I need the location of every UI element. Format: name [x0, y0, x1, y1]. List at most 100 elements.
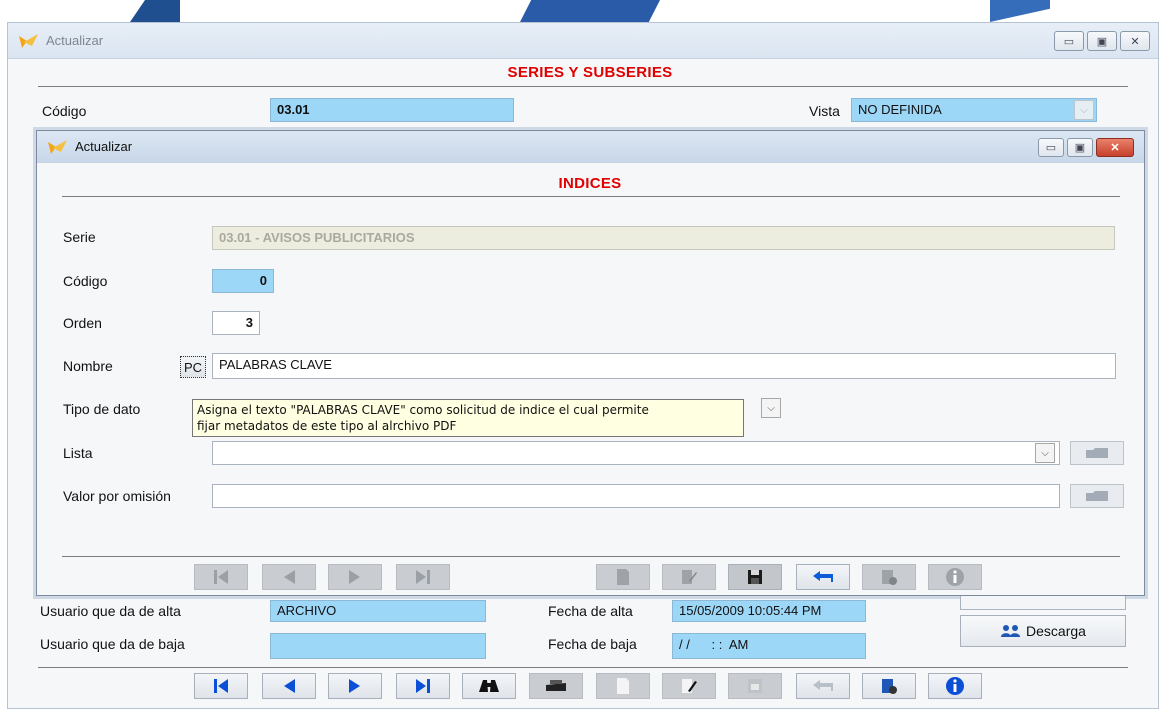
new-document-icon	[617, 678, 629, 694]
nombre-label: Nombre	[63, 358, 113, 374]
vista-label: Vista	[809, 103, 840, 119]
divider	[38, 86, 1128, 87]
serie-field: 03.01 - AVISOS PUBLICITARIOS	[212, 226, 1115, 250]
first-icon	[214, 679, 228, 693]
info-button[interactable]	[928, 564, 982, 590]
inner-heading: INDICES	[558, 175, 622, 192]
inner-window-title: Actualizar	[75, 139, 133, 154]
last-record-button[interactable]	[396, 673, 450, 699]
divider	[62, 556, 1120, 557]
undo-icon	[813, 680, 833, 691]
outer-window-controls: ▭ ▣ ✕	[1054, 31, 1150, 51]
desktop-background	[0, 0, 1167, 22]
pc-button-label: PC	[183, 359, 203, 375]
save-icon	[748, 570, 762, 584]
minimize-icon: ▭	[1045, 142, 1057, 154]
serie-label: Serie	[63, 229, 96, 245]
last-icon	[416, 679, 430, 693]
descarga-label: Descarga	[1026, 623, 1086, 639]
usuario-alta-label: Usuario que da de alta	[40, 603, 181, 619]
delete-icon	[882, 570, 897, 585]
close-button[interactable]: ✕	[1120, 31, 1150, 51]
lista-label: Lista	[63, 445, 93, 461]
tooltip-line: fijar metadatos de este tipo al alrchivo…	[197, 419, 457, 433]
next-record-button[interactable]	[328, 564, 382, 590]
prev-record-button[interactable]	[262, 673, 316, 699]
undo-icon	[813, 571, 833, 582]
divider	[38, 667, 1128, 668]
maximize-button[interactable]: ▣	[1087, 31, 1117, 51]
fecha-alta-field[interactable]: 15/05/2009 10:05:44 PM	[672, 600, 866, 622]
edit-button[interactable]	[662, 673, 716, 699]
chevron-down-icon: ⌵	[767, 402, 775, 414]
fecha-alta-label: Fecha de alta	[548, 603, 633, 619]
desktop-shape	[520, 0, 660, 22]
usuario-baja-field[interactable]	[270, 633, 486, 659]
folder-icon	[1086, 448, 1108, 458]
fecha-baja-field[interactable]: / / : : AM	[672, 633, 866, 659]
codigo-label: Código	[63, 273, 108, 289]
lista-select[interactable]	[212, 441, 1060, 465]
usuario-baja-label: Usuario que da de baja	[40, 636, 185, 652]
minimize-icon: ▭	[1063, 35, 1075, 48]
new-button[interactable]	[596, 564, 650, 590]
codigo-field[interactable]: 0	[212, 269, 274, 293]
minimize-button[interactable]: ▭	[1038, 138, 1064, 157]
folder-icon	[1086, 491, 1108, 501]
edit-icon	[682, 679, 697, 693]
desktop-shape	[990, 0, 1050, 22]
undo-button[interactable]	[796, 673, 850, 699]
first-record-button[interactable]	[194, 564, 248, 590]
undo-button[interactable]	[796, 564, 850, 590]
new-button[interactable]	[596, 673, 650, 699]
edit-button[interactable]	[662, 564, 716, 590]
lista-dropdown-arrow[interactable]: ⌵	[1035, 443, 1055, 463]
valor-omision-field[interactable]	[212, 484, 1060, 508]
prev-icon	[284, 679, 295, 693]
usuario-alta-field[interactable]: ARCHIVO	[270, 600, 486, 622]
inner-window-controls: ▭ ▣ ✕	[1038, 138, 1134, 157]
delete-button[interactable]	[862, 564, 916, 590]
outer-window-title: Actualizar	[46, 33, 104, 48]
next-record-button[interactable]	[328, 673, 382, 699]
descarga-button[interactable]: Descarga	[960, 615, 1126, 647]
inner-title-bar[interactable]: Actualizar	[37, 131, 1144, 163]
info-icon	[946, 677, 964, 695]
chevron-down-icon: ⌵	[1041, 447, 1049, 459]
close-icon: ✕	[1110, 142, 1120, 154]
printer-icon	[546, 680, 566, 691]
save-button[interactable]	[728, 673, 782, 699]
save-icon	[748, 679, 762, 693]
pc-button[interactable]: PC	[180, 356, 206, 378]
valor-browse-button[interactable]	[1070, 484, 1124, 508]
vista-dropdown-arrow[interactable]: ⌵	[1074, 100, 1094, 120]
app-icon	[47, 138, 69, 156]
tooltip-line: Asigna el texto "PALABRAS CLAVE" como so…	[197, 403, 649, 417]
tipo-dato-dropdown-arrow[interactable]: ⌵	[761, 398, 781, 418]
desktop-shape	[130, 0, 180, 22]
new-document-icon	[617, 569, 629, 585]
save-button[interactable]	[728, 564, 782, 590]
hidden-button-edge	[960, 596, 1126, 610]
codigo-label: Código	[42, 103, 87, 119]
first-icon	[214, 570, 228, 584]
orden-field[interactable]: 3	[212, 311, 260, 335]
nombre-field[interactable]: PALABRAS CLAVE	[212, 353, 1116, 379]
info-button[interactable]	[928, 673, 982, 699]
fecha-baja-label: Fecha de baja	[548, 636, 637, 652]
vista-select[interactable]: NO DEFINIDA	[851, 98, 1097, 122]
last-icon	[416, 570, 430, 584]
print-button[interactable]	[529, 673, 583, 699]
close-button[interactable]: ✕	[1096, 138, 1134, 157]
outer-title-bar[interactable]: Actualizar	[8, 23, 1158, 59]
last-record-button[interactable]	[396, 564, 450, 590]
search-button[interactable]	[462, 673, 516, 699]
maximize-button[interactable]: ▣	[1067, 138, 1093, 157]
lista-browse-button[interactable]	[1070, 441, 1124, 465]
prev-record-button[interactable]	[262, 564, 316, 590]
minimize-button[interactable]: ▭	[1054, 31, 1084, 51]
codigo-field[interactable]: 03.01	[270, 98, 514, 122]
delete-button[interactable]	[862, 673, 916, 699]
first-record-button[interactable]	[194, 673, 248, 699]
chevron-down-icon: ⌵	[1080, 104, 1088, 116]
